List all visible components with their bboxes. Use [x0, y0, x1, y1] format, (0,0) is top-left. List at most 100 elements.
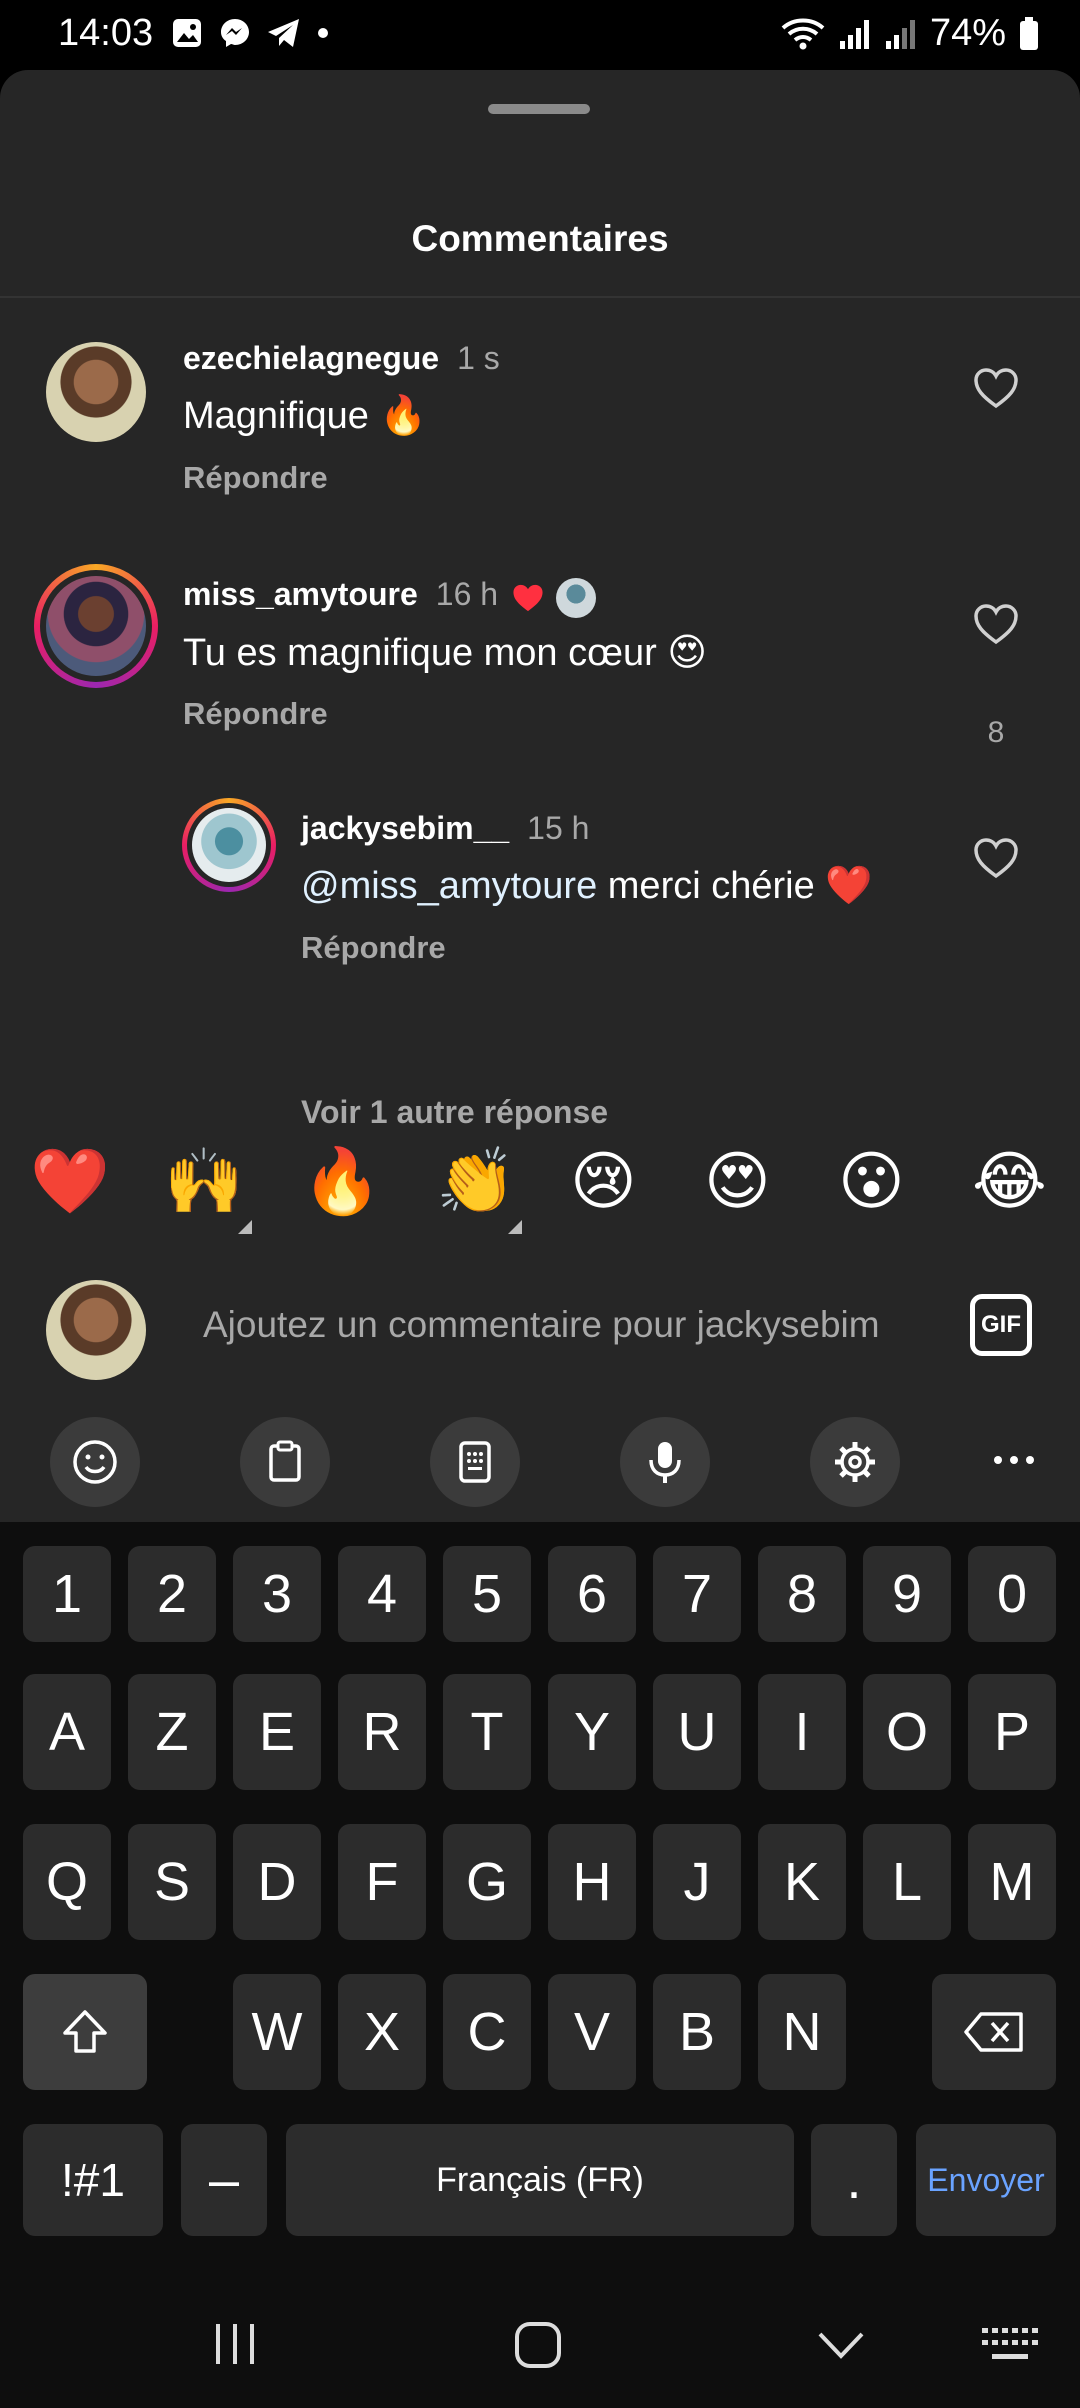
avatar[interactable]: [192, 808, 266, 882]
key-4[interactable]: 4: [338, 1546, 426, 1642]
emoji-keyboard-button[interactable]: [50, 1417, 140, 1507]
key-x[interactable]: X: [338, 1974, 426, 2090]
keypad-button[interactable]: [430, 1417, 520, 1507]
comment-username[interactable]: ezechielagnegue 1 s: [183, 340, 500, 377]
key-1[interactable]: 1: [23, 1546, 111, 1642]
chevron-down-icon[interactable]: [816, 2326, 866, 2366]
key-o[interactable]: O: [863, 1674, 951, 1790]
backspace-key[interactable]: [932, 1974, 1056, 2090]
key-h[interactable]: H: [548, 1824, 636, 1940]
emoji-surprised[interactable]: 😮: [838, 1146, 905, 1218]
heart-icon[interactable]: [972, 602, 1020, 646]
key-0[interactable]: 0: [968, 1546, 1056, 1642]
key-u[interactable]: U: [653, 1674, 741, 1790]
messenger-icon: [221, 19, 249, 47]
key-v[interactable]: V: [548, 1974, 636, 2090]
reply-username[interactable]: jackysebim__ 15 h: [301, 810, 589, 847]
dash-key[interactable]: –: [181, 2124, 267, 2236]
key-i[interactable]: I: [758, 1674, 846, 1790]
more-options-button[interactable]: [990, 1445, 1050, 1475]
key-m[interactable]: M: [968, 1824, 1056, 1940]
key-y[interactable]: Y: [548, 1674, 636, 1790]
microphone-icon: [649, 1442, 681, 1483]
emoji-fire[interactable]: 🔥: [302, 1146, 382, 1218]
settings-button[interactable]: [810, 1417, 900, 1507]
emoji-heart-eyes[interactable]: 😍: [704, 1146, 771, 1218]
heart-icon[interactable]: [972, 366, 1020, 410]
key-b[interactable]: B: [653, 1974, 741, 2090]
status-bar: 14:03 74%: [0, 0, 1080, 70]
emoji-bar: ❤️ 🙌 🔥 👏 😢 😍 😮 😂: [0, 1140, 1080, 1236]
comments-sheet: Commentaires ezechielagnegue 1 s Magnifiq…: [0, 70, 1080, 1522]
key-c[interactable]: C: [443, 1974, 531, 2090]
key-w[interactable]: W: [233, 1974, 321, 2090]
gallery-icon: [173, 19, 201, 47]
key-p[interactable]: P: [968, 1674, 1056, 1790]
backspace-icon: [964, 2012, 1023, 2052]
key-z[interactable]: Z: [128, 1674, 216, 1790]
keyboard-switch-icon[interactable]: [980, 2326, 1040, 2366]
key-k[interactable]: K: [758, 1824, 846, 1940]
reply-button[interactable]: Répondre: [301, 930, 446, 966]
keypad-icon: [459, 1441, 491, 1483]
gif-button[interactable]: GIF: [970, 1294, 1032, 1356]
key-l[interactable]: L: [863, 1824, 951, 1940]
avatar[interactable]: [46, 342, 146, 442]
keyboard: 1 2 3 4 5 6 7 8 9 0 A Z E R T Y U I O P …: [0, 1522, 1080, 2282]
key-q[interactable]: Q: [23, 1824, 111, 1940]
avatar[interactable]: [46, 576, 146, 676]
send-key[interactable]: Envoyer: [916, 2124, 1056, 2236]
voice-input-button[interactable]: [620, 1417, 710, 1507]
comment-username[interactable]: miss_amytoure 16 h: [183, 576, 498, 613]
key-6[interactable]: 6: [548, 1546, 636, 1642]
reply-button[interactable]: Répondre: [183, 460, 328, 496]
emoji-raising-hands[interactable]: 🙌: [164, 1146, 244, 1218]
key-8[interactable]: 8: [758, 1546, 846, 1642]
heart-icon[interactable]: [972, 836, 1020, 880]
key-7[interactable]: 7: [653, 1546, 741, 1642]
reply-text: @miss_amytoure merci chérie ❤️: [301, 864, 873, 908]
key-5[interactable]: 5: [443, 1546, 531, 1642]
key-f[interactable]: F: [338, 1824, 426, 1940]
comment-text: Tu es magnifique mon cœur 😍: [183, 632, 707, 674]
username-text[interactable]: ezechielagnegue: [183, 340, 439, 376]
key-d[interactable]: D: [233, 1824, 321, 1940]
mention-link[interactable]: @miss_amytoure: [301, 865, 597, 907]
period-key[interactable]: .: [811, 2124, 897, 2236]
key-j[interactable]: J: [653, 1824, 741, 1940]
clipboard-button[interactable]: [240, 1417, 330, 1507]
shift-key[interactable]: [23, 1974, 147, 2090]
key-t[interactable]: T: [443, 1674, 531, 1790]
key-r[interactable]: R: [338, 1674, 426, 1790]
recent-apps-icon[interactable]: [210, 2322, 260, 2366]
emoji-laughing[interactable]: 😂: [972, 1146, 1047, 1218]
key-9[interactable]: 9: [863, 1546, 951, 1642]
notification-icons: [170, 16, 330, 50]
key-a[interactable]: A: [23, 1674, 111, 1790]
liked-by-author-avatar: [556, 578, 596, 618]
symbols-key[interactable]: !#1: [23, 2124, 163, 2236]
key-s[interactable]: S: [128, 1824, 216, 1940]
comment-text: Magnifique 🔥: [183, 395, 427, 437]
gear-icon: [835, 1442, 875, 1482]
shift-icon: [63, 2010, 107, 2053]
home-icon[interactable]: [513, 2320, 563, 2370]
reply-button[interactable]: Répondre: [183, 696, 328, 732]
space-key[interactable]: Français (FR): [286, 2124, 794, 2236]
key-n[interactable]: N: [758, 1974, 846, 2090]
drag-handle[interactable]: [488, 104, 590, 114]
view-more-replies[interactable]: Voir 1 autre réponse: [301, 1094, 608, 1131]
divider: [0, 296, 1080, 298]
emoji-clapping[interactable]: 👏: [436, 1146, 516, 1218]
key-g[interactable]: G: [443, 1824, 531, 1940]
key-3[interactable]: 3: [233, 1546, 321, 1642]
keyboard-toolbar: [0, 1405, 1080, 1522]
username-text[interactable]: jackysebim__: [301, 810, 509, 846]
smiley-icon: [73, 1440, 117, 1484]
key-e[interactable]: E: [233, 1674, 321, 1790]
comment-input[interactable]: Ajoutez un commentaire pour jackysebim: [203, 1304, 923, 1346]
emoji-heart[interactable]: ❤️: [30, 1146, 110, 1218]
username-text[interactable]: miss_amytoure: [183, 576, 418, 612]
key-2[interactable]: 2: [128, 1546, 216, 1642]
emoji-crying[interactable]: 😢: [570, 1146, 637, 1218]
